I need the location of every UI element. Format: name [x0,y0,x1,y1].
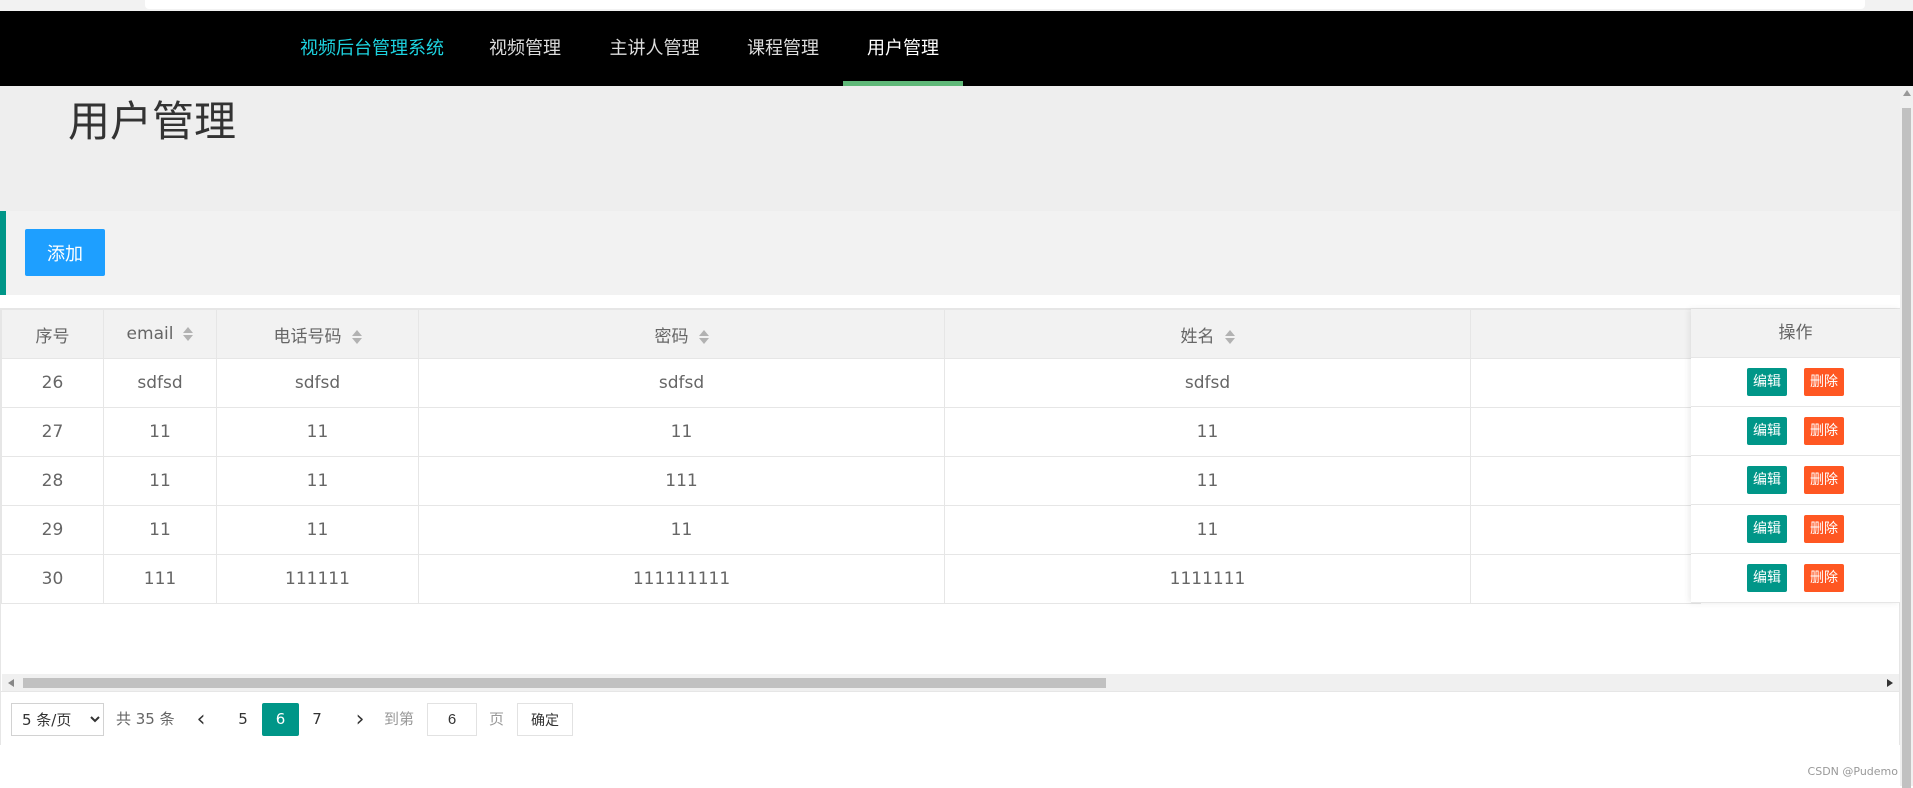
page-title: 用户管理 [68,97,237,146]
col-header-password[interactable]: 密码 [418,309,945,359]
table-row: 27 11 11 11 11 [1,407,1701,457]
page-7[interactable]: 7 [299,703,335,736]
cell-name: 11 [944,456,1471,506]
edit-button[interactable]: 编辑 [1747,417,1787,445]
cell-blank [1470,505,1701,555]
row-actions: 编辑 删除 [1691,407,1900,456]
user-table: 序号 email 电话号码 密码 姓名 26 sdfsd sdfsd sdfsd… [0,308,1900,745]
table-header-row: 序号 email 电话号码 密码 姓名 [1,309,1701,359]
data-table: 序号 email 电话号码 密码 姓名 26 sdfsd sdfsd sdfsd… [1,309,1701,604]
cell-password: 111 [418,456,945,506]
edit-button[interactable]: 编辑 [1747,564,1787,592]
scroll-up-icon[interactable] [1903,90,1911,96]
cell-password: 11 [418,505,945,555]
scrollbar-thumb[interactable] [1902,108,1911,788]
cell-phone: 111111 [216,554,419,604]
edit-button[interactable]: 编辑 [1747,515,1787,543]
cell-phone: sdfsd [216,358,419,408]
sort-icon[interactable] [1224,329,1235,344]
cell-name: 1111111 [944,554,1471,604]
sort-icon[interactable] [183,327,194,341]
row-actions: 编辑 删除 [1691,456,1900,505]
pagination: 5 条/页 共 35 条 ‹ 5 6 7 › 到第 页 确定 [1,691,1899,745]
cell-id: 30 [1,554,104,604]
scroll-left-icon[interactable] [8,679,14,687]
cell-phone: 11 [216,456,419,506]
col-header-blank [1470,309,1701,359]
cell-id: 27 [1,407,104,457]
cell-blank [1470,358,1701,408]
next-page-icon[interactable]: › [345,703,375,736]
table-row: 28 11 11 111 11 [1,456,1701,506]
cell-blank [1470,456,1701,506]
page-5[interactable]: 5 [225,703,261,736]
nav-item-speaker[interactable]: 主讲人管理 [609,11,700,86]
toolbar: 添加 [0,211,1900,295]
cell-email: 11 [103,407,217,457]
cell-phone: 11 [216,407,419,457]
cell-phone: 11 [216,505,419,555]
goto-page-input[interactable] [427,703,477,736]
delete-button[interactable]: 删除 [1804,466,1844,494]
top-navbar: 视频后台管理系统 视频管理 主讲人管理 课程管理 用户管理 [0,11,1913,86]
horizontal-scrollbar[interactable] [2,674,1899,691]
table-row: 29 11 11 11 11 [1,505,1701,555]
delete-button[interactable]: 删除 [1804,564,1844,592]
page-current[interactable]: 6 [262,703,299,736]
col-header-id[interactable]: 序号 [1,309,104,359]
col-header-actions: 操作 [1691,309,1900,358]
cell-password: 11 [418,407,945,457]
address-bar-edge [145,0,1865,9]
nav-item-course[interactable]: 课程管理 [747,11,819,86]
delete-button[interactable]: 删除 [1804,515,1844,543]
scroll-right-icon[interactable] [1887,679,1893,687]
page-unit-label: 页 [489,710,505,728]
cell-blank [1470,407,1701,457]
cell-password: sdfsd [418,358,945,408]
cell-name: 11 [944,505,1471,555]
cell-email: 11 [103,456,217,506]
cell-email: 111 [103,554,217,604]
nav-item-video[interactable]: 视频管理 [489,11,561,86]
delete-button[interactable]: 删除 [1804,368,1844,396]
browser-top-strip [0,0,1913,11]
watermark: CSDN @Pudemo [1807,765,1898,778]
edit-button[interactable]: 编辑 [1747,368,1787,396]
row-actions: 编辑 删除 [1691,554,1900,603]
table-row: 30 111 111111 111111111 1111111 [1,554,1701,604]
cell-password: 111111111 [418,554,945,604]
cell-id: 28 [1,456,104,506]
vertical-scrollbar[interactable] [1900,86,1913,788]
cell-name: 11 [944,407,1471,457]
app-brand[interactable]: 视频后台管理系统 [300,11,444,86]
delete-button[interactable]: 删除 [1804,417,1844,445]
prev-page-icon[interactable]: ‹ [186,703,216,736]
page-size-select[interactable]: 5 条/页 [11,703,104,736]
cell-id: 26 [1,358,104,408]
cell-email: sdfsd [103,358,217,408]
col-header-phone[interactable]: 电话号码 [216,309,419,359]
cell-id: 29 [1,505,104,555]
row-actions: 编辑 删除 [1691,358,1900,407]
actions-column: 操作 编辑 删除 编辑 删除 编辑 删除 编辑 删除 编辑 删除 [1691,309,1900,603]
row-actions: 编辑 删除 [1691,505,1900,554]
goto-label: 到第 [384,710,415,728]
sort-icon[interactable] [351,329,362,344]
total-count: 共 35 条 [116,710,175,728]
sort-icon[interactable] [698,329,709,344]
cell-email: 11 [103,505,217,555]
cell-blank [1470,554,1701,604]
col-header-email[interactable]: email [103,309,217,359]
add-button[interactable]: 添加 [25,229,105,276]
scrollbar-thumb[interactable] [23,678,1106,688]
nav-item-user[interactable]: 用户管理 [843,11,963,86]
cell-name: sdfsd [944,358,1471,408]
col-header-name[interactable]: 姓名 [944,309,1471,359]
table-row: 26 sdfsd sdfsd sdfsd sdfsd [1,358,1701,408]
goto-confirm-button[interactable]: 确定 [517,703,573,736]
page-header: 用户管理 [0,86,1900,211]
edit-button[interactable]: 编辑 [1747,466,1787,494]
